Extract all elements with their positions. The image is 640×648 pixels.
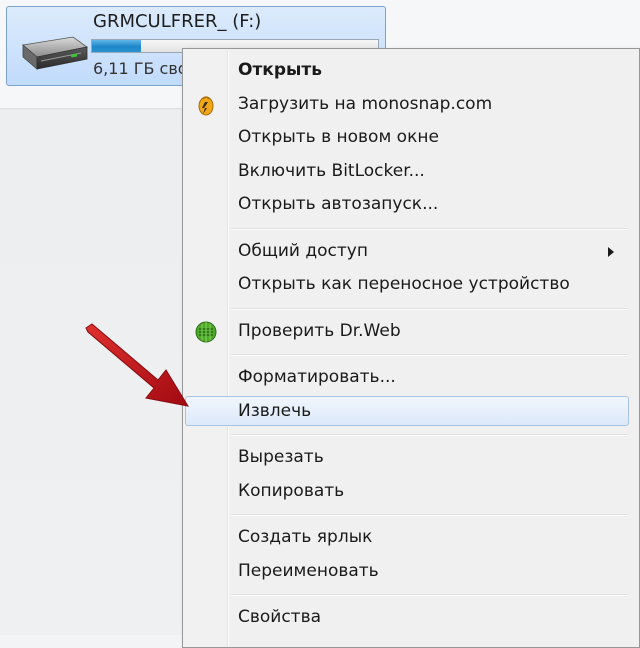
menu-item-label: Включить BitLocker...	[238, 160, 425, 181]
menu-item-label: Создать ярлык	[238, 527, 373, 547]
menu-item-label: Проверить Dr.Web	[238, 320, 401, 341]
menu-item-copy[interactable]: Копировать	[185, 476, 629, 506]
menu-item-label: Свойства	[238, 607, 322, 627]
drive-name: GRMCULFRER_ (F:)	[93, 11, 262, 32]
menu-separator	[231, 307, 627, 310]
menu-item-label: Переименовать	[238, 560, 379, 581]
drive-usage-fill	[92, 40, 141, 52]
menu-item-upload-monosnap[interactable]: Загрузить на monosnap.com	[185, 89, 629, 119]
menu-item-open-new-window[interactable]: Открыть в новом окне	[185, 122, 629, 152]
removable-drive-icon	[22, 36, 88, 70]
menu-item-label: Загрузить на monosnap.com	[238, 93, 493, 114]
menu-item-create-shortcut[interactable]: Создать ярлык	[185, 522, 629, 552]
menu-item-open-as-portable-device[interactable]: Открыть как переносное устройство	[185, 269, 629, 299]
menu-separator	[231, 594, 627, 596]
menu-item-label: Копировать	[238, 480, 345, 501]
menu-item-open[interactable]: Открыть	[185, 55, 629, 85]
menu-item-label: Общий доступ	[238, 240, 368, 261]
menu-separator	[231, 514, 627, 516]
menu-item-label: Извлечь	[238, 400, 312, 421]
menu-item-cut[interactable]: Вырезать	[185, 442, 629, 472]
menu-item-properties[interactable]: Свойства	[185, 602, 629, 632]
red-arrow-annotation	[85, 323, 190, 407]
menu-separator	[231, 434, 627, 436]
menu-item-eject[interactable]: Извлечь	[185, 395, 629, 426]
menu-item-label: Открыть как переносное устройство	[238, 274, 570, 294]
menu-item-label: Вырезать	[238, 447, 324, 467]
context-menu: Открыть Загрузить на monosnap.com Открыть …	[182, 48, 640, 648]
menu-item-scan-drweb[interactable]: Проверить Dr.Web	[185, 316, 629, 346]
menu-separator	[231, 354, 627, 356]
menu-item-label: Открыть автозапуск...	[238, 194, 439, 214]
monosnap-icon	[198, 95, 214, 115]
drive-free-space: 6,11 ГБ сво	[93, 59, 188, 78]
menu-item-open-autoplay[interactable]: Открыть автозапуск...	[185, 189, 629, 219]
menu-item-label: Открыть	[238, 60, 322, 80]
menu-separator	[231, 227, 627, 230]
menu-item-share-with[interactable]: Общий доступ	[185, 236, 629, 266]
submenu-arrow-icon	[608, 246, 614, 257]
menu-item-format[interactable]: Форматировать...	[185, 362, 629, 392]
menu-item-rename[interactable]: Переименовать	[185, 556, 629, 586]
menu-item-enable-bitlocker[interactable]: Включить BitLocker...	[185, 156, 629, 186]
menu-item-label: Открыть в новом окне	[238, 127, 439, 147]
menu-item-label: Форматировать...	[238, 367, 396, 387]
